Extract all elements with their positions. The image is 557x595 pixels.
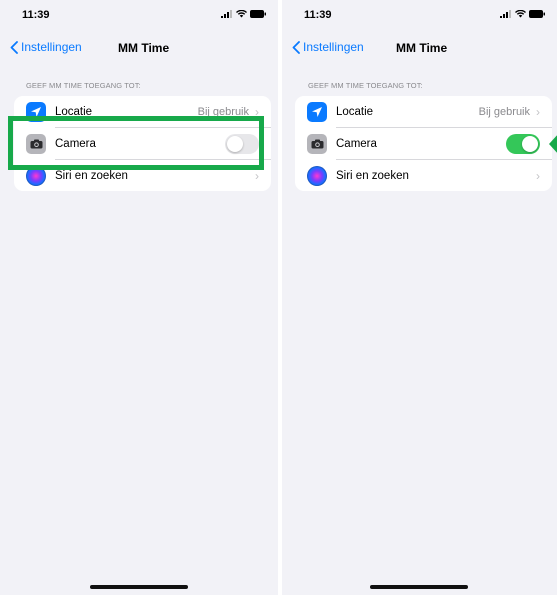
permissions-list: Locatie Bij gebruik › Camera Siri en zoe…: [295, 96, 552, 191]
camera-row-highlight-box: [8, 116, 264, 170]
row-siri-label: Siri en zoeken: [55, 169, 128, 182]
row-camera-label: Camera: [336, 137, 377, 150]
row-siri-label: Siri en zoeken: [336, 169, 409, 182]
row-siri[interactable]: Siri en zoeken ›: [295, 160, 552, 191]
toggle-knob: [522, 135, 538, 152]
back-button[interactable]: Instellingen: [10, 40, 82, 54]
row-location-value: Bij gebruik: [478, 105, 530, 118]
right-phone-screen: 11:39 Instellingen MM Time GEEF MM TIME …: [282, 0, 557, 595]
home-indicator: [90, 585, 188, 589]
left-phone-screen: 11:39 Instellingen MM Time GEEF MM TIME …: [0, 0, 278, 595]
chevron-left-icon: [10, 40, 18, 54]
location-arrow-icon: [307, 101, 327, 122]
camera-toggle[interactable]: [506, 133, 540, 154]
chevron-right-icon: ›: [255, 168, 259, 183]
section-header: GEEF MM TIME TOEGANG TOT:: [26, 81, 141, 90]
chevron-right-icon: ›: [536, 104, 540, 119]
navigation-bar: Instellingen MM Time: [282, 38, 557, 60]
green-pointer-arrow-icon: [549, 135, 557, 153]
home-indicator: [370, 585, 468, 589]
back-button-label: Instellingen: [21, 40, 82, 54]
chevron-right-icon: ›: [536, 168, 540, 183]
back-button-label: Instellingen: [303, 40, 364, 54]
page-title: MM Time: [396, 41, 448, 55]
cellular-signal-icon: [221, 10, 232, 18]
row-location-label: Locatie: [336, 105, 374, 118]
wifi-icon: [515, 10, 526, 18]
page-title: MM Time: [118, 41, 170, 55]
status-icons: [221, 10, 266, 18]
row-location[interactable]: Locatie Bij gebruik ›: [295, 96, 552, 127]
chevron-left-icon: [292, 40, 300, 54]
section-header: GEEF MM TIME TOEGANG TOT:: [308, 81, 423, 90]
status-time: 11:39: [22, 9, 50, 21]
navigation-bar: Instellingen MM Time: [0, 38, 278, 60]
row-camera: Camera: [295, 128, 552, 159]
status-icons: [500, 10, 545, 18]
wifi-icon: [236, 10, 247, 18]
status-bar: 11:39: [282, 0, 557, 26]
back-button[interactable]: Instellingen: [292, 40, 364, 54]
camera-icon: [307, 133, 327, 154]
status-bar: 11:39: [0, 0, 278, 26]
cellular-signal-icon: [500, 10, 511, 18]
battery-icon: [250, 10, 266, 18]
battery-icon: [529, 10, 545, 18]
status-time: 11:39: [304, 9, 332, 21]
siri-icon: [307, 165, 327, 186]
